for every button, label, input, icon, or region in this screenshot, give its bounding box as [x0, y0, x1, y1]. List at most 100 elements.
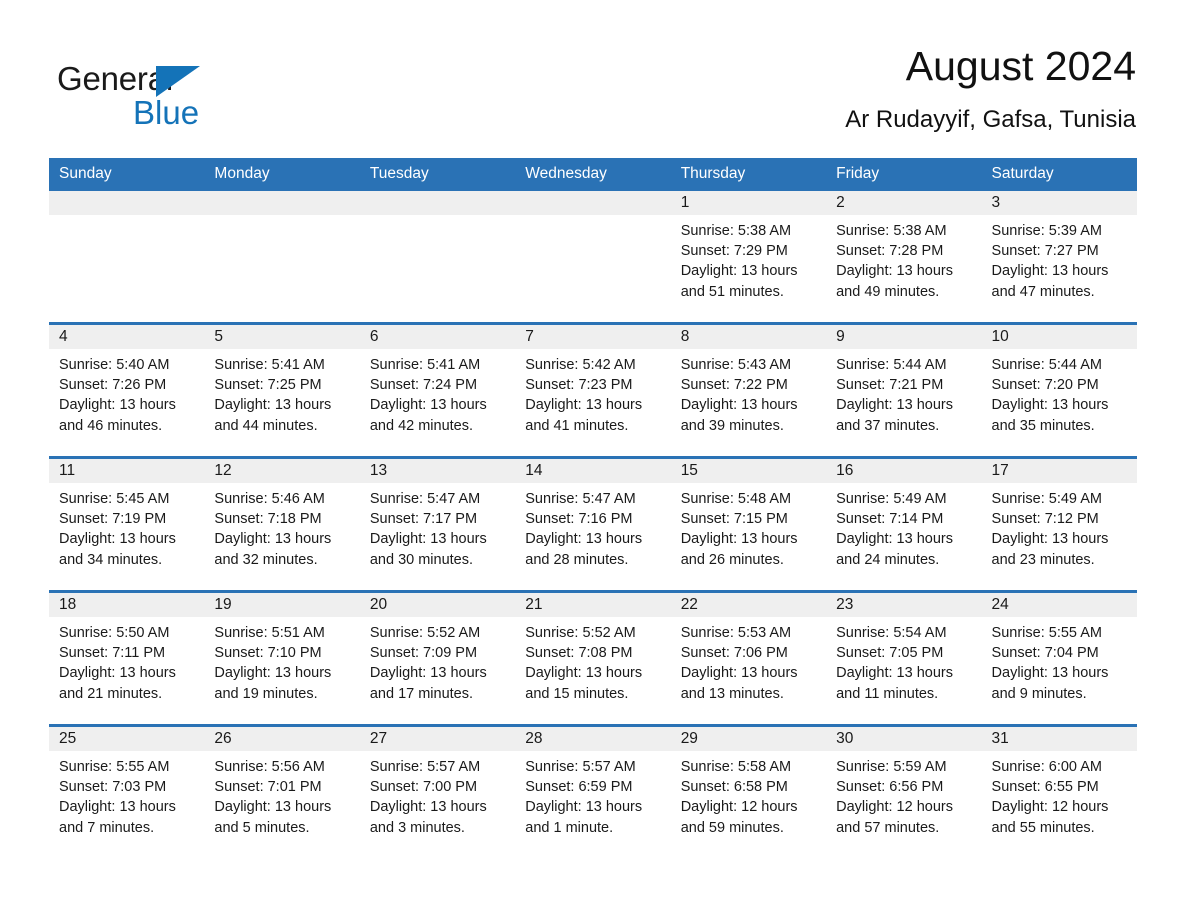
daylight-text-line1: Daylight: 13 hours: [991, 665, 1109, 682]
day-number: 5: [214, 328, 224, 345]
calendar-week-row: 11 Sunrise: 5:45 AM Sunset: 7:19 PM Dayligh…: [49, 456, 1137, 592]
day-number-band: 4: [49, 325, 205, 349]
day-number-band: 24: [981, 593, 1137, 617]
sunset-text: Sunset: 6:59 PM: [525, 779, 633, 796]
day-details: Sunrise: 5:41 AM Sunset: 7:24 PM Daylight:…: [360, 349, 515, 436]
calendar-day-cell[interactable]: 28 Sunrise: 5:57 AM Sunset: 6:59 PM Dayligh…: [515, 724, 671, 858]
calendar-day-cell[interactable]: 25 Sunrise: 5:55 AM Sunset: 7:03 PM Dayligh…: [49, 724, 205, 858]
day-number: 19: [214, 596, 232, 613]
calendar-day-cell[interactable]: 14 Sunrise: 5:47 AM Sunset: 7:16 PM Dayligh…: [515, 456, 671, 592]
calendar-day-cell[interactable]: 7 Sunrise: 5:42 AM Sunset: 7:23 PM Daylight…: [515, 322, 671, 458]
calendar-day-cell[interactable]: 11 Sunrise: 5:45 AM Sunset: 7:19 PM Dayligh…: [49, 456, 205, 592]
calendar-day-cell[interactable]: 8 Sunrise: 5:43 AM Sunset: 7:22 PM Daylight…: [670, 322, 827, 458]
day-number: 14: [525, 462, 543, 479]
daylight-text-line2: and 59 minutes.: [680, 819, 784, 836]
calendar-day-cell[interactable]: 5 Sunrise: 5:41 AM Sunset: 7:25 PM Daylight…: [204, 322, 360, 458]
calendar-day-cell[interactable]: 27 Sunrise: 5:57 AM Sunset: 7:00 PM Dayligh…: [359, 724, 516, 858]
day-number: 13: [369, 462, 388, 479]
calendar-day-cell[interactable]: 22 Sunrise: 5:53 AM Sunset: 7:06 PM Dayligh…: [670, 590, 827, 726]
sunset-text: Sunset: 6:58 PM: [680, 779, 788, 796]
sunrise-text: Sunrise: 5:44 AM: [836, 357, 947, 373]
calendar-day-cell[interactable]: 19 Sunrise: 5:51 AM Sunset: 7:10 PM Dayligh…: [204, 590, 360, 726]
calendar-week-row: 4 Sunrise: 5:40 AM Sunset: 7:26 PM Daylight…: [49, 322, 1137, 458]
sunset-text: Sunset: 7:22 PM: [680, 377, 788, 394]
daylight-text-line1: Daylight: 13 hours: [214, 799, 332, 816]
day-details: Sunrise: 5:47 AM Sunset: 7:17 PM Daylight:…: [360, 483, 515, 570]
day-details: Sunrise: 5:40 AM Sunset: 7:26 PM Daylight:…: [49, 349, 204, 436]
calendar-day-cell[interactable]: 13 Sunrise: 5:47 AM Sunset: 7:17 PM Dayligh…: [359, 456, 516, 592]
day-number-band: 28: [515, 727, 671, 751]
sunset-text: Sunset: 7:10 PM: [214, 645, 322, 662]
sunset-text: Sunset: 6:56 PM: [836, 779, 944, 796]
calendar-day-cell[interactable]: 17 Sunrise: 5:49 AM Sunset: 7:12 PM Dayligh…: [981, 456, 1137, 592]
day-details: Sunrise: 5:48 AM Sunset: 7:15 PM Daylight:…: [671, 483, 826, 570]
calendar-day-cell[interactable]: 21 Sunrise: 5:52 AM Sunset: 7:08 PM Dayligh…: [515, 590, 671, 726]
calendar-day-cell[interactable]: 26 Sunrise: 5:56 AM Sunset: 7:01 PM Dayligh…: [204, 724, 360, 858]
day-number-band: 3: [981, 191, 1137, 215]
day-number-band: [359, 191, 516, 215]
sunrise-text: Sunrise: 5:41 AM: [369, 357, 481, 373]
calendar-day-cell[interactable]: 31 Sunrise: 6:00 AM Sunset: 6:55 PM Dayligh…: [981, 724, 1137, 858]
calendar-day-cell[interactable]: 29 Sunrise: 5:58 AM Sunset: 6:58 PM Dayligh…: [670, 724, 827, 858]
sunset-text: Sunset: 7:19 PM: [59, 511, 167, 528]
sunset-text: Sunset: 7:09 PM: [369, 645, 478, 662]
sunrise-text: Sunrise: 6:00 AM: [991, 759, 1102, 775]
daylight-text-line1: Daylight: 13 hours: [59, 397, 176, 414]
day-number: 9: [836, 328, 845, 345]
daylight-text-line2: and 51 minutes.: [680, 283, 784, 300]
calendar-week-row: 1 Sunrise: 5:38 AM Sunset: 7:29 PM Daylight…: [49, 191, 1137, 324]
calendar-day-cell[interactable]: 16 Sunrise: 5:49 AM Sunset: 7:14 PM Dayligh…: [826, 456, 982, 592]
calendar-day-cell[interactable]: 12 Sunrise: 5:46 AM Sunset: 7:18 PM Dayligh…: [204, 456, 360, 592]
daylight-text-line2: and 49 minutes.: [836, 283, 940, 300]
calendar-day-cell[interactable]: 6 Sunrise: 5:41 AM Sunset: 7:24 PM Daylight…: [359, 322, 516, 458]
daylight-text-line2: and 46 minutes.: [59, 417, 163, 434]
day-number: 8: [680, 328, 690, 345]
sunrise-text: Sunrise: 5:39 AM: [991, 223, 1102, 239]
sunrise-text: Sunrise: 5:50 AM: [59, 625, 170, 641]
day-number: 4: [59, 328, 68, 345]
sunset-text: Sunset: 7:00 PM: [369, 779, 478, 796]
day-details: Sunrise: 5:51 AM Sunset: 7:10 PM Daylight:…: [204, 617, 359, 704]
day-details: Sunrise: 5:54 AM Sunset: 7:05 PM Daylight:…: [826, 617, 981, 704]
calendar-day-cell[interactable]: 23 Sunrise: 5:54 AM Sunset: 7:05 PM Dayligh…: [826, 590, 982, 726]
day-number: 15: [680, 462, 698, 479]
daylight-text-line2: and 39 minutes.: [680, 417, 784, 434]
day-number: 27: [369, 730, 388, 747]
daylight-text-line2: and 44 minutes.: [214, 417, 318, 434]
day-number: 10: [991, 328, 1009, 345]
calendar-day-cell[interactable]: 3 Sunrise: 5:39 AM Sunset: 7:27 PM Daylight…: [981, 191, 1137, 324]
calendar-day-cell[interactable]: 10 Sunrise: 5:44 AM Sunset: 7:20 PM Dayligh…: [981, 322, 1137, 458]
daylight-text-line1: Daylight: 13 hours: [369, 531, 487, 548]
day-number-band: 15: [670, 459, 827, 483]
calendar-day-cell[interactable]: 18 Sunrise: 5:50 AM Sunset: 7:11 PM Dayligh…: [49, 590, 205, 726]
day-number: 2: [836, 194, 845, 211]
day-details: Sunrise: 5:58 AM Sunset: 6:58 PM Daylight:…: [671, 751, 826, 838]
daylight-text-line1: Daylight: 13 hours: [214, 665, 332, 682]
sunrise-text: Sunrise: 5:45 AM: [59, 491, 170, 507]
daylight-text-line1: Daylight: 13 hours: [214, 531, 332, 548]
daylight-text-line1: Daylight: 13 hours: [836, 397, 953, 414]
general-blue-logo[interactable]: General Blue: [57, 52, 277, 132]
daylight-text-line2: and 47 minutes.: [991, 283, 1095, 300]
day-number: 25: [59, 730, 77, 747]
sunset-text: Sunset: 7:20 PM: [991, 377, 1099, 394]
day-details: Sunrise: 5:49 AM Sunset: 7:14 PM Daylight:…: [826, 483, 981, 570]
calendar-day-cell[interactable]: 24 Sunrise: 5:55 AM Sunset: 7:04 PM Dayligh…: [981, 590, 1137, 726]
daylight-text-line1: Daylight: 12 hours: [991, 799, 1109, 816]
day-details: Sunrise: 5:50 AM Sunset: 7:11 PM Daylight:…: [49, 617, 204, 704]
sunrise-text: Sunrise: 5:52 AM: [369, 625, 481, 641]
day-details: Sunrise: 5:47 AM Sunset: 7:16 PM Daylight:…: [515, 483, 670, 570]
triangle-icon: [156, 66, 200, 97]
calendar-day-cell[interactable]: 30 Sunrise: 5:59 AM Sunset: 6:56 PM Dayligh…: [826, 724, 982, 858]
sunset-text: Sunset: 7:16 PM: [525, 511, 633, 528]
calendar-day-cell[interactable]: 4 Sunrise: 5:40 AM Sunset: 7:26 PM Daylight…: [49, 322, 205, 458]
calendar-day-cell[interactable]: 9 Sunrise: 5:44 AM Sunset: 7:21 PM Daylight…: [826, 322, 982, 458]
calendar-day-cell[interactable]: 20 Sunrise: 5:52 AM Sunset: 7:09 PM Dayligh…: [359, 590, 516, 726]
sunrise-text: Sunrise: 5:53 AM: [680, 625, 792, 641]
calendar-day-cell[interactable]: 2 Sunrise: 5:38 AM Sunset: 7:28 PM Daylight…: [826, 191, 982, 324]
daylight-text-line2: and 7 minutes.: [59, 819, 155, 836]
day-number: 24: [991, 596, 1009, 613]
calendar-day-cell[interactable]: 1 Sunrise: 5:38 AM Sunset: 7:29 PM Daylight…: [670, 191, 827, 324]
sunrise-text: Sunrise: 5:44 AM: [991, 357, 1102, 373]
calendar-day-cell[interactable]: 15 Sunrise: 5:48 AM Sunset: 7:15 PM Dayligh…: [670, 456, 827, 592]
